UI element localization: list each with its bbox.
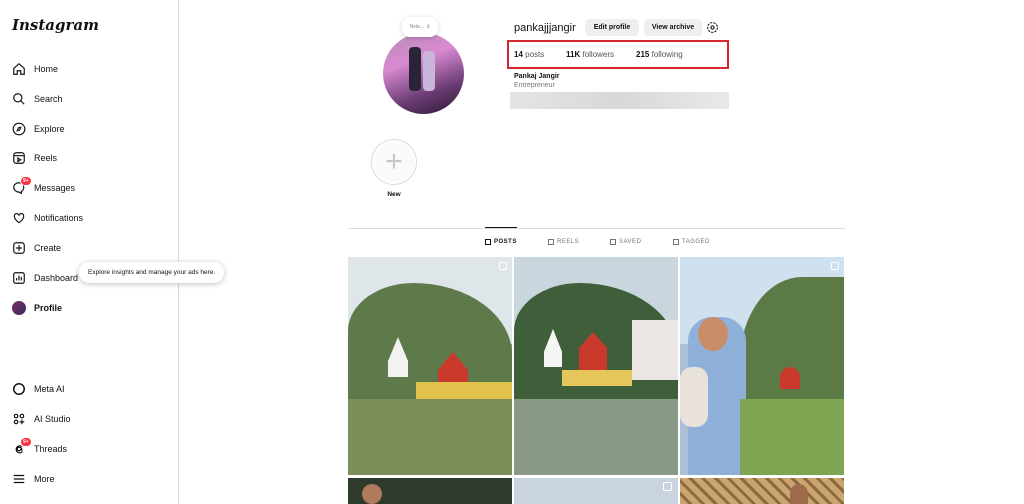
sidebar-item-label: Create (34, 243, 62, 253)
multiple-photos-icon (831, 262, 839, 270)
blurred-bio-link (510, 92, 729, 109)
tab-reels[interactable]: REELS (548, 239, 579, 245)
messages-badge: 9+ (20, 176, 32, 186)
following-label: following (651, 50, 683, 59)
search-icon (12, 92, 26, 106)
plus-square-icon (12, 241, 26, 255)
post-tile[interactable] (680, 478, 844, 504)
view-archive-button[interactable]: View archive (644, 19, 702, 36)
avatar (12, 301, 26, 315)
sidebar-item-label: Dashboard (34, 273, 79, 283)
posts-count: 14 (514, 50, 523, 59)
sidebar-item-search[interactable]: Search (12, 89, 63, 109)
sidebar-item-more[interactable]: More (12, 469, 55, 489)
messenger-icon: 9+ (12, 176, 32, 195)
instagram-logo[interactable]: Instagram (12, 16, 99, 34)
home-icon (12, 62, 26, 76)
tab-saved[interactable]: SAVED (610, 239, 641, 245)
threads-icon: 9+ (12, 437, 32, 456)
compass-icon (12, 122, 26, 136)
sidebar-item-label: Meta AI (34, 384, 65, 394)
tag-icon (673, 239, 679, 245)
post-tile[interactable] (514, 257, 678, 475)
sidebar: Instagram Home Search Explore Reels 9+ M… (0, 0, 179, 504)
post-tile[interactable] (348, 257, 512, 475)
sidebar-item-label: Messages (34, 183, 76, 193)
post-tile[interactable] (680, 257, 844, 475)
profile-full-name: Pankaj Jangir (514, 73, 560, 80)
sidebar-item-home[interactable]: Home (12, 59, 58, 79)
gear-icon[interactable] (706, 21, 719, 34)
sidebar-item-threads[interactable]: 9+ Threads (12, 437, 68, 459)
sidebar-item-create[interactable]: Create (12, 238, 61, 258)
tabs-divider (348, 228, 845, 229)
sidebar-item-label: Explore (34, 124, 65, 134)
active-tab-indicator (485, 227, 517, 228)
post-tile[interactable] (514, 478, 678, 504)
tab-posts[interactable]: POSTS (485, 239, 517, 245)
sidebar-item-label: Home (34, 64, 59, 74)
sidebar-item-label: Reels (34, 153, 58, 163)
sidebar-item-messages[interactable]: 9+ Messages (12, 176, 76, 198)
sidebar-item-profile[interactable]: Profile (12, 298, 62, 318)
reels-icon (548, 239, 554, 245)
sort-arrows-icon: ⇕ (426, 24, 431, 30)
sidebar-item-label: Profile (34, 303, 63, 313)
following-count: 215 (636, 50, 650, 59)
profile-bio: Entrepreneur (514, 82, 555, 89)
note-placeholder: Note... (409, 24, 425, 30)
new-highlight-button[interactable]: + (371, 139, 417, 185)
profile-username: pankajjjangir (514, 22, 576, 34)
sidebar-item-reels[interactable]: Reels (12, 148, 57, 168)
following-stat[interactable]: 215 following (636, 50, 683, 59)
heart-icon (12, 211, 26, 225)
sidebar-item-ai-studio[interactable]: AI Studio (12, 409, 71, 429)
sidebar-item-label: Notifications (34, 213, 84, 223)
new-highlight-label: New (387, 191, 401, 198)
reels-icon (12, 151, 26, 165)
note-bubble[interactable]: Note... ⇕ (402, 17, 438, 37)
menu-icon (12, 472, 26, 486)
threads-badge: 9+ (20, 437, 32, 447)
sidebar-item-label: AI Studio (34, 414, 71, 424)
sidebar-item-notifications[interactable]: Notifications (12, 208, 83, 228)
posts-label: posts (525, 50, 545, 59)
meta-ai-icon (12, 382, 26, 396)
sidebar-item-label: More (34, 474, 55, 484)
multiple-photos-icon (499, 262, 507, 270)
chart-icon (12, 271, 26, 285)
followers-count: 11K (566, 50, 581, 59)
dashboard-tooltip: Explore insights and manage your ads her… (79, 262, 225, 283)
bookmark-icon (610, 239, 616, 245)
sidebar-item-dashboard[interactable]: Dashboard (12, 268, 78, 288)
profile-picture[interactable] (383, 33, 464, 114)
posts-stat[interactable]: 14 posts (514, 50, 544, 59)
tab-tagged[interactable]: TAGGED (673, 239, 710, 245)
plus-icon: + (374, 142, 414, 182)
followers-label: followers (582, 50, 615, 59)
sidebar-item-meta-ai[interactable]: Meta AI (12, 379, 65, 399)
sidebar-item-label: Threads (34, 444, 68, 454)
tab-label: TAGGED (682, 239, 710, 245)
grid-icon (485, 239, 491, 245)
sidebar-item-label: Search (34, 94, 63, 104)
tab-label: POSTS (494, 239, 517, 245)
ai-studio-icon (12, 412, 26, 426)
followers-stat[interactable]: 11K followers (566, 50, 614, 59)
edit-profile-button[interactable]: Edit profile (585, 19, 639, 36)
tab-label: REELS (557, 239, 580, 245)
tab-label: SAVED (619, 239, 642, 245)
sidebar-item-explore[interactable]: Explore (12, 119, 65, 139)
reel-icon (663, 482, 672, 491)
post-tile[interactable] (348, 478, 512, 504)
